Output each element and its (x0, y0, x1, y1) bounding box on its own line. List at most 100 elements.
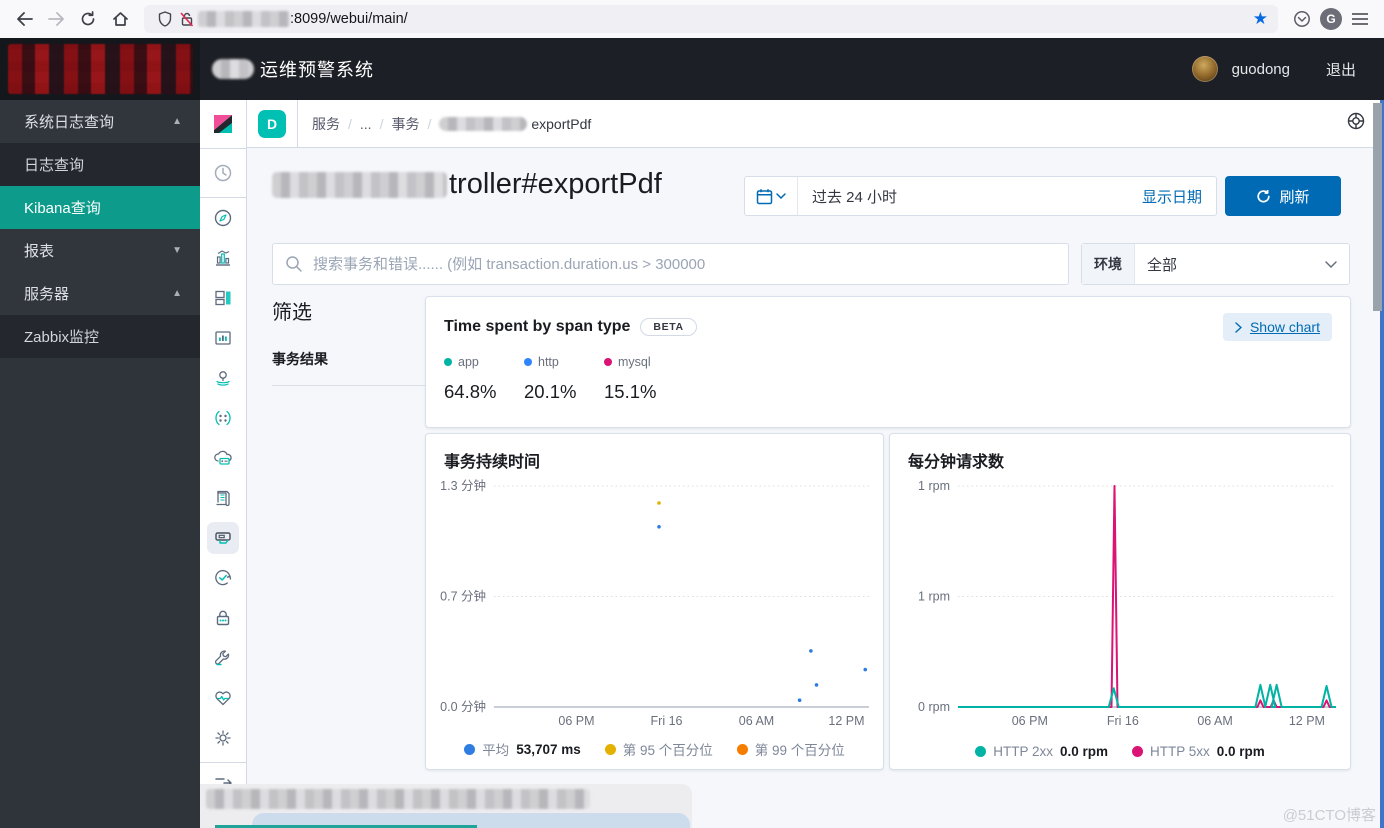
chevron-up-icon: ▲ (172, 116, 182, 127)
reload-icon[interactable] (74, 5, 102, 33)
space-selector[interactable]: D (247, 100, 298, 147)
space-badge[interactable]: D (258, 109, 286, 138)
sidebar-item-system-log-query[interactable]: 系统日志查询 ▲ (0, 100, 200, 143)
legend-item-mysql[interactable]: mysql (604, 355, 684, 369)
span-legend: app http mysql (444, 355, 1332, 369)
environment-select[interactable]: 环境 全部 (1081, 243, 1350, 285)
calendar-button[interactable] (745, 177, 798, 215)
filter-divider (272, 385, 437, 386)
sidebar-item-kibana-query[interactable]: Kibana查询 (0, 186, 200, 229)
browser-toolbar: :8099/webui/main/ ★ G (0, 0, 1384, 38)
refresh-button[interactable]: 刷新 (1225, 176, 1341, 216)
account-avatar[interactable]: G (1320, 8, 1342, 30)
chart-legend-item[interactable]: 第 95 个百分位 (604, 739, 713, 759)
sidebar-item-log-query[interactable]: 日志查询 (0, 143, 200, 186)
infrastructure-cloud-icon[interactable] (200, 438, 246, 478)
url-bar[interactable]: :8099/webui/main/ ★ (144, 5, 1278, 33)
redacted-title-prefix (212, 59, 254, 79)
redacted-logo (8, 44, 193, 94)
discover-compass-icon[interactable] (200, 198, 246, 238)
environment-label: 环境 (1082, 244, 1135, 284)
help-life-ring-icon[interactable] (1346, 111, 1366, 136)
user-name[interactable]: guodong (1232, 61, 1290, 78)
chart-title: 每分钟请求数 (908, 454, 1005, 471)
redacted-breadcrumb (439, 116, 528, 131)
sidebar-item-servers[interactable]: 服务器 ▲ (0, 272, 200, 315)
scrollbar-thumb[interactable] (1373, 103, 1382, 311)
apm-selected-pill (207, 522, 239, 554)
page-title: troller#exportPdf (272, 168, 662, 201)
visualize-chart-icon[interactable] (200, 238, 246, 278)
kibana-logo[interactable] (200, 100, 246, 149)
transaction-duration-chart-canvas: 1.3 分钟 0.7 分钟 0.0 分钟 06 PM Fri 16 06 AM 12 PM (434, 478, 875, 729)
management-gear-icon[interactable] (200, 718, 246, 758)
bookmark-star-icon[interactable]: ★ (1253, 9, 1268, 29)
svg-text:06 PM: 06 PM (1012, 714, 1048, 728)
chart-legend-item[interactable]: 平均 53,707 ms (464, 739, 581, 759)
beta-badge: BETA (640, 318, 697, 336)
recently-viewed-clock-icon[interactable] (200, 149, 246, 198)
time-picker: 过去 24 小时 显示日期 刷新 (744, 176, 1341, 216)
refresh-icon (1257, 189, 1271, 202)
svg-text:Fri 16: Fri 16 (651, 714, 683, 728)
chevron-down-icon (1325, 255, 1337, 273)
breadcrumb-services[interactable]: 服务 (312, 114, 340, 134)
maps-pin-icon[interactable] (200, 358, 246, 398)
company-logo (0, 38, 200, 100)
show-chart-link[interactable]: Show chart (1222, 313, 1332, 341)
url-text: :8099/webui/main/ (290, 11, 408, 27)
apm-icon[interactable] (200, 518, 246, 558)
broken-lock-icon[interactable] (176, 5, 198, 33)
sidebar-nav: 系统日志查询 ▲ 日志查询 Kibana查询 报表 ▼ 服务器 ▲ Zabbix监控 (0, 100, 200, 828)
chart-legend-item[interactable]: HTTP 2xx 0.0 rpm (975, 744, 1108, 759)
chevron-down-icon (776, 193, 786, 199)
requests-per-minute-legend: HTTP 2xx 0.0 rpm HTTP 5xx 0.0 rpm (890, 744, 1350, 759)
back-arrow-icon[interactable] (10, 5, 38, 33)
sidebar-item-zabbix[interactable]: Zabbix监控 (0, 315, 200, 358)
app-dot (444, 358, 452, 366)
search-input[interactable] (311, 254, 1056, 274)
breadcrumb-transactions[interactable]: 事务 (391, 114, 419, 134)
siem-lock-icon[interactable] (200, 598, 246, 638)
menu-hamburger-icon[interactable] (1346, 5, 1374, 33)
pocket-icon[interactable] (1288, 5, 1316, 33)
show-dates-link[interactable]: 显示日期 (1142, 186, 1202, 207)
forward-arrow-icon[interactable] (42, 5, 70, 33)
filter-heading: 筛选 (272, 302, 312, 324)
redacted-title-part (272, 171, 447, 198)
svg-text:0 rpm: 0 rpm (918, 700, 950, 714)
logout-link[interactable]: 退出 (1326, 59, 1356, 80)
app-percentage: 64.8% (444, 381, 497, 402)
chart-legend-item[interactable]: 第 99 个百分位 (736, 739, 845, 759)
span-panel-title: Time spent by span type (444, 318, 631, 335)
sidebar-item-reports[interactable]: 报表 ▼ (0, 229, 200, 272)
legend-item-app[interactable]: app (444, 355, 524, 369)
svg-text:1 rpm: 1 rpm (918, 479, 950, 493)
breadcrumb-ellipsis[interactable]: ... (360, 116, 372, 132)
span-values: 64.8% 20.1% 15.1% (444, 381, 1332, 403)
machine-learning-icon[interactable] (200, 398, 246, 438)
dev-tools-wrench-icon[interactable] (200, 638, 246, 678)
http-dot (524, 358, 532, 366)
time-range-value[interactable]: 过去 24 小时 (812, 186, 897, 207)
breadcrumb-current: exportPdf (531, 115, 592, 132)
app-title: 运维预警系统 (260, 60, 374, 80)
mysql-percentage: 15.1% (604, 381, 657, 402)
monitoring-heart-icon[interactable] (200, 678, 246, 718)
svg-text:1.3 分钟: 1.3 分钟 (440, 478, 486, 493)
canvas-icon[interactable] (200, 318, 246, 358)
user-avatar[interactable] (1191, 56, 1218, 82)
uptime-check-icon[interactable] (200, 558, 246, 598)
shield-icon[interactable] (154, 5, 176, 33)
search-icon (286, 256, 302, 272)
logs-icon[interactable] (200, 478, 246, 518)
filter-column: 筛选 事务结果 (272, 296, 437, 386)
chart-title: 事务持续时间 (444, 454, 541, 471)
chart-legend-item[interactable]: HTTP 5xx 0.0 rpm (1132, 744, 1265, 759)
transaction-duration-legend: 平均 53,707 ms 第 95 个百分位 第 99 个百分位 (426, 739, 883, 759)
span-type-panel: Time spent by span type BETA Show chart … (425, 296, 1351, 428)
svg-text:06 AM: 06 AM (739, 714, 774, 728)
dashboard-icon[interactable] (200, 278, 246, 318)
home-icon[interactable] (106, 5, 134, 33)
legend-item-http[interactable]: http (524, 355, 604, 369)
